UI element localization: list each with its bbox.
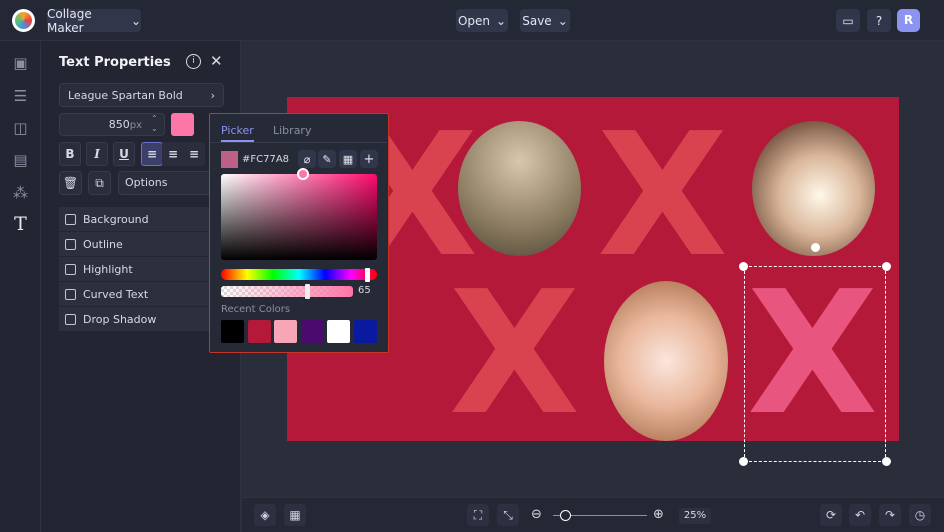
couple-walking-photo[interactable] [458,121,581,256]
font-size-input[interactable]: 850px [59,113,165,136]
history-icon[interactable]: ◷ [909,504,931,526]
chevron-down-icon: ⌄ [496,13,507,28]
hex-input[interactable]: #FC77A8 [242,154,289,165]
tool-rail: ▣ ☰ ◫ ▤ ⁂ T [0,41,41,532]
replace-icon[interactable]: ⟳ [820,504,842,526]
couple-kissing-photo[interactable] [752,121,875,256]
zoom-level[interactable]: 25% [679,508,711,524]
redo-icon[interactable]: ↷ [879,504,901,526]
eyedropper-icon[interactable]: ✎ [318,150,336,168]
zoom-in-icon[interactable]: ⊕ [653,507,664,522]
background-checkbox[interactable]: Background [59,207,209,231]
chevron-down-icon: ⌄ [130,13,141,28]
color-picker-popup: Picker Library #FC77A8 ⌀ ✎ ▦ + 65 Recent… [209,113,389,353]
texture-icon[interactable]: ▤ [12,152,29,169]
bottom-bar: ◈ ▦ ⛶ ⤡ ⊖ ⊕ 25% ⟳ ↶ ↷ ◷ [242,497,944,532]
curved-text-checkbox[interactable]: Curved Text [59,282,209,306]
duplicate-icon[interactable]: ⧉ [88,171,111,195]
add-color-icon[interactable]: + [360,150,378,168]
logo-icon[interactable] [12,9,35,32]
text-icon[interactable]: T [12,215,29,234]
shrink-icon[interactable]: ⤡ [497,504,519,526]
recent-color-swatch[interactable] [248,320,271,343]
grid-icon[interactable]: ▦ [339,150,357,168]
options-select[interactable]: Options [118,171,218,195]
undo-icon[interactable]: ↶ [849,504,871,526]
opacity-handle[interactable] [305,284,310,299]
close-icon[interactable]: ✕ [210,52,223,70]
app-menu-button[interactable]: Collage Maker ⌄ [47,7,141,35]
resize-handle[interactable] [882,457,891,466]
opacity-slider[interactable] [221,286,353,297]
recent-color-swatch[interactable] [327,320,350,343]
top-bar: Collage Maker ⌄ Open ⌄ Save ⌄ ▭ ? R [0,0,944,41]
help-icon[interactable]: ? [867,9,891,32]
hue-handle[interactable] [365,268,370,282]
layers-icon[interactable]: ◈ [254,504,276,526]
selection-box[interactable] [744,266,886,462]
rotate-handle[interactable] [811,243,820,252]
recent-color-swatch[interactable] [274,320,297,343]
current-color-swatch [221,151,238,168]
zoom-out-icon[interactable]: ⊖ [531,507,542,522]
bold-button[interactable]: B [59,142,81,166]
image-icon[interactable]: ▣ [12,55,29,72]
align-center-button[interactable]: ≡ [162,142,184,166]
resize-handle[interactable] [739,457,748,466]
panel-title: Text Properties [59,55,171,70]
canvas-letter[interactable]: X [449,269,580,439]
drop-shadow-checkbox[interactable]: Drop Shadow [59,307,209,331]
shapes-icon[interactable]: ⁂ [12,185,29,202]
text-color-swatch[interactable] [171,113,194,136]
avatar[interactable]: R [897,9,920,32]
italic-button[interactable]: I [86,142,108,166]
fit-screen-icon[interactable]: ⛶ [467,504,489,526]
align-left-button[interactable]: ≡ [141,142,163,166]
saturation-area[interactable] [221,174,377,260]
opacity-value[interactable]: 65 [358,285,371,296]
no-color-icon[interactable]: ⌀ [298,150,316,168]
adjust-icon[interactable]: ☰ [12,88,29,105]
chevron-down-icon: ⌄ [557,13,568,28]
open-button[interactable]: Open ⌄ [456,9,508,32]
outline-checkbox[interactable]: Outline [59,232,209,256]
saturation-handle[interactable] [297,168,309,180]
underline-button[interactable]: U [113,142,135,166]
resize-handle[interactable] [739,262,748,271]
chevron-right-icon: › [210,88,215,102]
delete-icon[interactable]: 🗑 [59,171,82,195]
grid-view-icon[interactable]: ▦ [284,504,306,526]
canvas-letter[interactable]: X [597,111,728,281]
recent-color-swatch[interactable] [301,320,324,343]
tab-library[interactable]: Library [273,124,311,137]
comments-icon[interactable]: ▭ [836,9,860,32]
resize-handle[interactable] [882,262,891,271]
align-right-button[interactable]: ≡ [183,142,205,166]
recent-color-swatch[interactable] [354,320,377,343]
hue-slider[interactable] [221,269,377,280]
size-stepper[interactable]: ⌃ ⌄ [151,114,158,134]
recent-colors-label: Recent Colors [221,304,291,315]
layout-icon[interactable]: ◫ [12,120,29,137]
zoom-slider-handle[interactable] [560,510,571,521]
highlight-checkbox[interactable]: Highlight [59,257,209,281]
info-icon[interactable]: i [186,54,201,69]
heart-hands-photo[interactable] [604,281,728,441]
save-button[interactable]: Save ⌄ [520,9,570,32]
font-select[interactable]: League Spartan Bold › [59,83,224,107]
recent-color-swatch[interactable] [221,320,244,343]
tab-picker[interactable]: Picker [221,124,254,142]
